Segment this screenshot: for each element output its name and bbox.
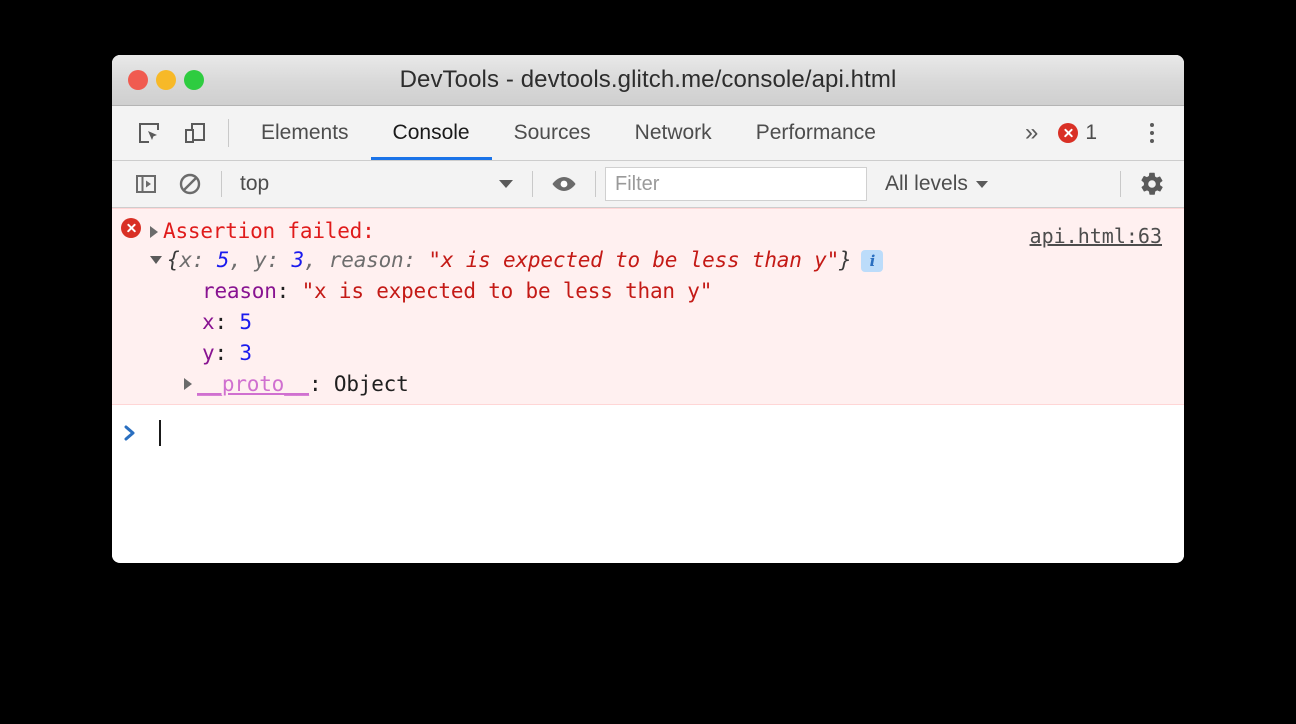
property-value: 5 (239, 310, 252, 334)
more-options-icon[interactable] (1130, 123, 1174, 143)
preview-sep: : (266, 248, 292, 272)
property-colon: : (309, 372, 334, 396)
tab-elements[interactable]: Elements (239, 106, 371, 160)
object-preview-row: {x: 5, y: 3, reason: "x is expected to b… (112, 248, 1184, 272)
execution-context-value: top (240, 172, 270, 195)
preview-close-brace: } (839, 248, 852, 272)
preview-comma: , (229, 248, 255, 272)
property-key: reason (202, 279, 277, 303)
tabbar-right-controls: » 1 (1009, 106, 1184, 160)
console-message-error[interactable]: Assertion failed: api.html:63 {x: 5, y: … (112, 208, 1184, 405)
device-toolbar-icon[interactable] (172, 106, 218, 160)
devtools-tabs: Elements Console Sources Network Perform… (239, 106, 898, 160)
preview-sep: : (191, 248, 217, 272)
preview-key: y (254, 248, 267, 272)
error-icon (121, 218, 141, 238)
object-property-row[interactable]: y: 3 (112, 341, 1184, 365)
error-count-badge[interactable]: 1 (1054, 121, 1109, 145)
object-property-row[interactable]: reason: "x is expected to be less than y… (112, 279, 1184, 303)
console-message-header: Assertion failed: api.html:63 (112, 214, 1184, 248)
toolbar-divider (595, 171, 596, 197)
source-link[interactable]: api.html:63 (1030, 224, 1162, 248)
property-value: "x is expected to be less than y" (301, 279, 713, 303)
window-titlebar: DevTools - devtools.glitch.me/console/ap… (112, 55, 1184, 106)
property-colon: : (276, 279, 302, 303)
property-colon: : (214, 341, 240, 365)
object-proto-row[interactable]: __proto__: Object (112, 372, 1184, 396)
tab-performance[interactable]: Performance (734, 106, 898, 160)
tab-console[interactable]: Console (370, 106, 492, 160)
traffic-lights (128, 70, 204, 90)
toolbar-divider (532, 171, 533, 197)
show-console-sidebar-icon[interactable] (124, 161, 168, 208)
console-prompt[interactable] (112, 405, 1184, 451)
preview-sep: : (403, 248, 429, 272)
preview-open-brace: { (167, 248, 180, 272)
assertion-message-text: Assertion failed: (163, 219, 375, 243)
inspect-element-icon[interactable] (126, 106, 172, 160)
error-icon (1058, 123, 1079, 143)
gear-icon[interactable] (1130, 161, 1174, 208)
clear-console-icon[interactable] (168, 161, 212, 208)
expand-proto-icon[interactable] (184, 378, 192, 390)
message-error-icon-cell (112, 214, 150, 238)
error-count-label: 1 (1085, 121, 1097, 144)
chevron-down-icon (499, 180, 513, 188)
property-key: x (202, 310, 215, 334)
preview-value: "x is expected to be less than y" (428, 248, 840, 272)
window-title: DevTools - devtools.glitch.me/console/ap… (399, 66, 897, 93)
live-expression-icon[interactable] (542, 161, 586, 208)
preview-key: x (179, 248, 192, 272)
close-window-button[interactable] (128, 70, 148, 90)
toolbar-divider (221, 171, 222, 197)
info-badge-icon[interactable]: i (861, 250, 884, 272)
log-level-value: All levels (885, 172, 968, 195)
devtools-tabbar: Elements Console Sources Network Perform… (112, 106, 1184, 161)
chevron-down-icon (975, 180, 988, 188)
log-level-selector[interactable]: All levels (867, 172, 1002, 196)
property-key: __proto__ (197, 372, 309, 396)
preview-key: reason (328, 248, 404, 272)
execution-context-selector[interactable]: top (231, 172, 523, 196)
expand-stacktrace-icon[interactable] (150, 226, 158, 238)
zoom-window-button[interactable] (184, 70, 204, 90)
object-property-row[interactable]: x: 5 (112, 310, 1184, 334)
toolbar-divider (1120, 171, 1121, 197)
devtools-window: DevTools - devtools.glitch.me/console/ap… (112, 55, 1184, 563)
more-tabs-icon[interactable]: » (1009, 121, 1054, 145)
minimize-window-button[interactable] (156, 70, 176, 90)
property-value: 3 (239, 341, 252, 365)
kebab-dot (1150, 131, 1154, 135)
prompt-chevron-icon (112, 424, 150, 442)
preview-value: 5 (216, 248, 230, 272)
tabbar-divider (228, 119, 229, 147)
preview-value: 3 (291, 248, 304, 272)
filter-input[interactable] (605, 167, 867, 201)
property-key: y (202, 341, 215, 365)
collapse-object-icon[interactable] (150, 256, 162, 264)
text-cursor (159, 420, 161, 446)
console-toolbar-right (1111, 161, 1184, 208)
property-colon: : (214, 310, 240, 334)
kebab-dot (1150, 123, 1154, 127)
preview-comma: , (303, 248, 329, 272)
console-message-list: Assertion failed: api.html:63 {x: 5, y: … (112, 208, 1184, 562)
tab-sources[interactable]: Sources (492, 106, 613, 160)
object-preview[interactable]: {x: 5, y: 3, reason: "x is expected to b… (167, 248, 852, 272)
property-value: Object (333, 372, 409, 396)
tab-network[interactable]: Network (613, 106, 734, 160)
kebab-dot (1150, 139, 1154, 143)
console-toolbar: top All levels (112, 161, 1184, 208)
